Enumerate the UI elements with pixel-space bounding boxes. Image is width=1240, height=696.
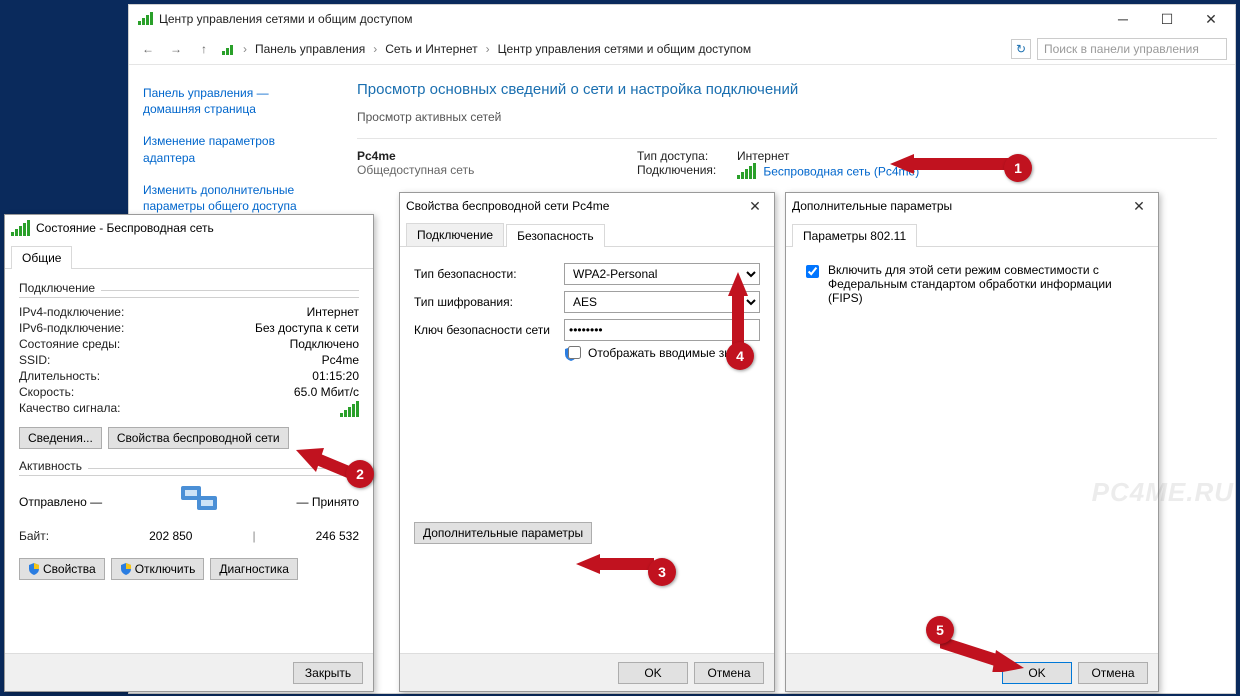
active-network-row: Pc4me Общедоступная сеть Тип доступа: По…: [357, 138, 1217, 182]
sidebar-link-home[interactable]: Панель управления — домашняя страница: [143, 85, 325, 117]
annotation-badge-5: 5: [926, 616, 954, 644]
ssid-value: Pc4me: [322, 353, 359, 367]
advanced-settings-dialog: Дополнительные параметры ✕ Параметры 802…: [785, 192, 1159, 692]
breadcrumb-network-center[interactable]: Центр управления сетями и общим доступом: [496, 42, 754, 56]
ipv4-label: IPv4-подключение:: [19, 305, 124, 319]
nav-back-button[interactable]: ←: [137, 38, 159, 60]
main-title: Центр управления сетями и общим доступом: [159, 12, 413, 26]
diagnose-button[interactable]: Диагностика: [210, 558, 298, 580]
ipv4-value: Интернет: [307, 305, 359, 319]
bytes-received: 246 532: [316, 529, 359, 543]
encryption-type-label: Тип шифрования:: [414, 295, 554, 309]
received-label: Принято: [312, 495, 359, 509]
tab-security[interactable]: Безопасность: [506, 224, 605, 247]
shield-icon: [28, 563, 40, 575]
page-heading: Просмотр основных сведений о сети и наст…: [357, 81, 1217, 98]
duration-value: 01:15:20: [312, 369, 359, 383]
annotation-arrow-3: [576, 552, 654, 576]
main-titlebar: Центр управления сетями и общим доступом…: [129, 5, 1235, 33]
breadcrumb-network-internet[interactable]: Сеть и Интернет: [383, 42, 479, 56]
minimize-button[interactable]: ─: [1101, 5, 1145, 33]
details-button[interactable]: Сведения...: [19, 427, 102, 449]
refresh-button[interactable]: ↻: [1011, 39, 1031, 59]
ipv6-label: IPv6-подключение:: [19, 321, 124, 335]
breadcrumb-sep: ›: [243, 42, 247, 56]
network-key-label: Ключ безопасности сети: [414, 323, 554, 337]
group-activity: Активность: [19, 459, 82, 473]
nav-forward-button[interactable]: →: [165, 38, 187, 60]
speed-value: 65.0 Мбит/с: [294, 385, 359, 399]
network-icon: [221, 41, 237, 57]
signal-quality-label: Качество сигнала:: [19, 401, 120, 420]
advanced-settings-button[interactable]: Дополнительные параметры: [414, 522, 592, 544]
media-state-value: Подключено: [290, 337, 359, 351]
bytes-sent: 202 850: [149, 529, 192, 543]
signal-quality-value: [340, 401, 359, 420]
active-networks-heading: Просмотр активных сетей: [357, 110, 1217, 124]
bytes-label: Байт:: [19, 529, 49, 543]
status-dialog-title: Состояние - Беспроводная сеть: [36, 221, 214, 235]
breadcrumb-bar: ← → ↑ › Панель управления › Сеть и Интер…: [129, 33, 1235, 65]
show-characters-checkbox[interactable]: [568, 346, 581, 359]
fips-label: Включить для этой сети режим совместимос…: [828, 263, 1142, 305]
search-input[interactable]: Поиск в панели управления: [1037, 38, 1227, 60]
maximize-button[interactable]: ☐: [1145, 5, 1189, 33]
close-button[interactable]: Закрыть: [293, 662, 363, 684]
ipv6-value: Без доступа к сети: [255, 321, 359, 335]
group-connection: Подключение: [19, 281, 95, 295]
sidebar-link-adapter[interactable]: Изменение параметров адаптера: [143, 133, 325, 165]
duration-label: Длительность:: [19, 369, 100, 383]
ok-button[interactable]: OK: [618, 662, 688, 684]
access-type-label: Тип доступа:: [637, 149, 737, 163]
security-type-label: Тип безопасности:: [414, 267, 554, 281]
shield-icon: [120, 563, 132, 575]
sidebar-link-sharing[interactable]: Изменить дополнительные параметры общего…: [143, 182, 325, 214]
connections-label: Подключения:: [637, 163, 737, 177]
network-name: Pc4me: [357, 149, 396, 163]
wireless-properties-dialog: Свойства беспроводной сети Pc4me ✕ Подкл…: [399, 192, 775, 692]
speed-label: Скорость:: [19, 385, 74, 399]
annotation-badge-3: 3: [648, 558, 676, 586]
cancel-button[interactable]: Отмена: [1078, 662, 1148, 684]
network-scope: Общедоступная сеть: [357, 163, 474, 177]
disable-button[interactable]: Отключить: [111, 558, 205, 580]
nav-up-button[interactable]: ↑: [193, 38, 215, 60]
annotation-badge-1: 1: [1004, 154, 1032, 182]
fips-checkbox[interactable]: [806, 265, 819, 278]
ssid-label: SSID:: [19, 353, 50, 367]
advanced-dialog-title: Дополнительные параметры: [792, 199, 952, 213]
annotation-badge-2: 2: [346, 460, 374, 488]
cancel-button[interactable]: Отмена: [694, 662, 764, 684]
close-button[interactable]: ✕: [1189, 5, 1233, 33]
tab-80211[interactable]: Параметры 802.11: [792, 224, 917, 247]
props-dialog-title: Свойства беспроводной сети Pc4me: [406, 199, 609, 213]
breadcrumb-control-panel[interactable]: Панель управления: [253, 42, 367, 56]
tab-connection[interactable]: Подключение: [406, 223, 504, 246]
tab-general[interactable]: Общие: [11, 246, 72, 269]
signal-icon: [737, 163, 756, 182]
sent-label: Отправлено: [19, 495, 87, 509]
close-icon[interactable]: ✕: [1126, 193, 1152, 219]
monitor-icon: [169, 482, 229, 522]
close-icon[interactable]: ✕: [742, 193, 768, 219]
properties-button[interactable]: Свойства: [19, 558, 105, 580]
signal-icon: [11, 220, 30, 236]
annotation-badge-4: 4: [726, 342, 754, 370]
network-icon: [137, 11, 153, 27]
annotation-arrow-5: [940, 632, 1024, 672]
annotation-arrow-1: [890, 152, 1010, 176]
media-state-label: Состояние среды:: [19, 337, 120, 351]
wireless-properties-button[interactable]: Свойства беспроводной сети: [108, 427, 289, 449]
